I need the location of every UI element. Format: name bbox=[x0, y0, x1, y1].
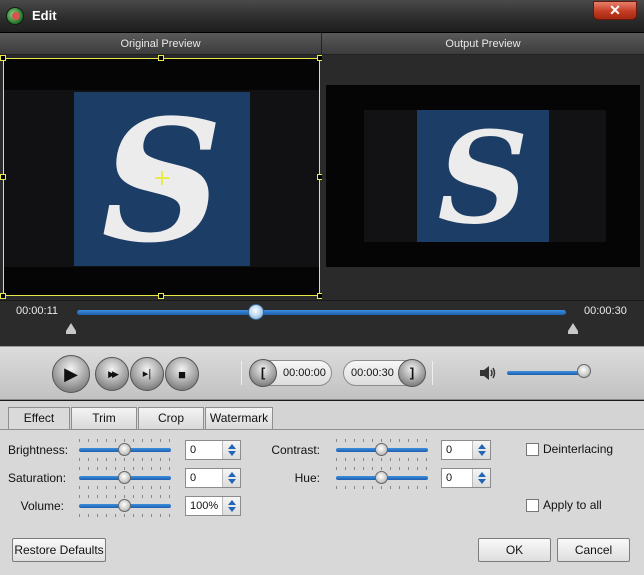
tab-effect[interactable]: Effect bbox=[8, 407, 70, 430]
original-preview-label: Original Preview bbox=[0, 33, 322, 55]
output-logo-letter: S bbox=[438, 110, 529, 242]
saturation-value: 0 bbox=[190, 472, 197, 484]
seek-track[interactable] bbox=[77, 310, 566, 315]
brightness-value: 0 bbox=[190, 444, 197, 456]
volume-stepper[interactable]: 100% bbox=[185, 496, 241, 516]
crop-handle[interactable] bbox=[158, 55, 164, 61]
volume-slider-track[interactable] bbox=[507, 371, 587, 375]
app-icon bbox=[6, 7, 24, 25]
set-end-button[interactable]: ] bbox=[398, 359, 426, 387]
volume-icon[interactable] bbox=[478, 363, 498, 383]
window-title: Edit bbox=[32, 8, 57, 23]
playback-controls: ▶ ▶▶ ▸| ■ [ 00:00:00 00:00:30 ] bbox=[0, 346, 644, 400]
contrast-label: Contrast: bbox=[271, 443, 320, 457]
increment-icon[interactable] bbox=[228, 472, 236, 477]
start-time-control[interactable]: [ 00:00:00 bbox=[249, 359, 332, 387]
decrement-icon[interactable] bbox=[228, 451, 236, 456]
start-time-value: 00:00:00 bbox=[283, 367, 326, 379]
hue-value: 0 bbox=[446, 472, 453, 484]
close-button[interactable]: ✕ bbox=[593, 1, 637, 20]
seek-handle[interactable] bbox=[247, 304, 264, 320]
apply-to-all-checkbox[interactable] bbox=[526, 499, 539, 512]
output-preview: S bbox=[322, 55, 644, 300]
saturation-slider-handle[interactable] bbox=[118, 471, 131, 484]
hue-stepper[interactable]: 0 bbox=[441, 468, 491, 488]
increment-icon[interactable] bbox=[478, 472, 486, 477]
effect-panel: Brightness: 0 Saturation: 0 Volume: 100%… bbox=[0, 429, 644, 575]
increment-icon[interactable] bbox=[478, 444, 486, 449]
saturation-stepper[interactable]: 0 bbox=[185, 468, 241, 488]
brightness-stepper[interactable]: 0 bbox=[185, 440, 241, 460]
play-icon: ▶ bbox=[64, 364, 78, 384]
output-preview-label: Output Preview bbox=[322, 33, 644, 55]
fast-forward-button[interactable]: ▶▶ bbox=[95, 357, 129, 391]
saturation-slider[interactable] bbox=[79, 467, 171, 489]
snapshot-button[interactable]: ▸| bbox=[130, 357, 164, 391]
crop-frame[interactable] bbox=[0, 55, 323, 299]
end-time-value: 00:00:30 bbox=[351, 367, 394, 379]
crop-handle[interactable] bbox=[0, 293, 6, 299]
volume-slider-handle[interactable] bbox=[577, 364, 591, 378]
decrement-icon[interactable] bbox=[478, 479, 486, 484]
hue-slider[interactable] bbox=[336, 467, 428, 489]
hue-slider-handle[interactable] bbox=[375, 471, 388, 484]
hue-label: Hue: bbox=[294, 471, 320, 485]
saturation-label: Saturation: bbox=[8, 471, 67, 485]
restore-defaults-button[interactable]: Restore Defaults bbox=[12, 538, 106, 562]
crop-center-crosshair-icon[interactable] bbox=[155, 171, 169, 185]
set-start-button[interactable]: [ bbox=[249, 359, 277, 387]
volume-value: 100% bbox=[190, 500, 219, 512]
output-video-logo: S bbox=[417, 104, 549, 252]
brightness-slider[interactable] bbox=[79, 439, 171, 461]
volume-effect-slider[interactable] bbox=[79, 495, 171, 517]
increment-icon[interactable] bbox=[228, 444, 236, 449]
trim-end-marker[interactable] bbox=[568, 323, 578, 334]
tab-crop[interactable]: Crop bbox=[138, 407, 204, 429]
volume-label: Volume: bbox=[20, 499, 64, 513]
brightness-label: Brightness: bbox=[8, 443, 69, 457]
deinterlacing-checkbox[interactable] bbox=[526, 443, 539, 456]
contrast-slider[interactable] bbox=[336, 439, 428, 461]
tab-strip: Effect Trim Crop Watermark bbox=[0, 401, 644, 430]
brightness-slider-handle[interactable] bbox=[118, 443, 131, 456]
increment-icon[interactable] bbox=[228, 500, 236, 505]
end-time-control[interactable]: 00:00:30 ] bbox=[343, 359, 426, 387]
ok-button[interactable]: OK bbox=[478, 538, 551, 562]
snapshot-icon: ▸| bbox=[142, 367, 152, 380]
deinterlacing-label[interactable]: Deinterlacing bbox=[543, 442, 613, 456]
decrement-icon[interactable] bbox=[478, 451, 486, 456]
stop-icon: ■ bbox=[178, 366, 186, 382]
stop-button[interactable]: ■ bbox=[165, 357, 199, 391]
decrement-icon[interactable] bbox=[228, 507, 236, 512]
tab-trim[interactable]: Trim bbox=[71, 407, 137, 429]
tab-watermark[interactable]: Watermark bbox=[205, 407, 273, 429]
output-video-frame: S bbox=[326, 85, 640, 267]
apply-to-all-label[interactable]: Apply to all bbox=[543, 498, 602, 512]
contrast-value: 0 bbox=[446, 444, 453, 456]
play-button[interactable]: ▶ bbox=[52, 355, 90, 393]
contrast-stepper[interactable]: 0 bbox=[441, 440, 491, 460]
crop-handle[interactable] bbox=[158, 293, 164, 299]
original-preview: S bbox=[0, 55, 323, 300]
title-bar: Edit ✕ bbox=[0, 0, 644, 33]
contrast-slider-handle[interactable] bbox=[375, 443, 388, 456]
crop-handle[interactable] bbox=[0, 174, 6, 180]
crop-handle[interactable] bbox=[0, 55, 6, 61]
timeline: 00:00:11 00:00:30 bbox=[0, 300, 644, 346]
current-time: 00:00:11 bbox=[16, 305, 59, 317]
cancel-button[interactable]: Cancel bbox=[557, 538, 630, 562]
volume-effect-slider-handle[interactable] bbox=[118, 499, 131, 512]
trim-start-marker[interactable] bbox=[66, 323, 76, 334]
fast-forward-icon: ▶▶ bbox=[108, 368, 119, 379]
decrement-icon[interactable] bbox=[228, 479, 236, 484]
total-time: 00:00:30 bbox=[584, 305, 627, 317]
